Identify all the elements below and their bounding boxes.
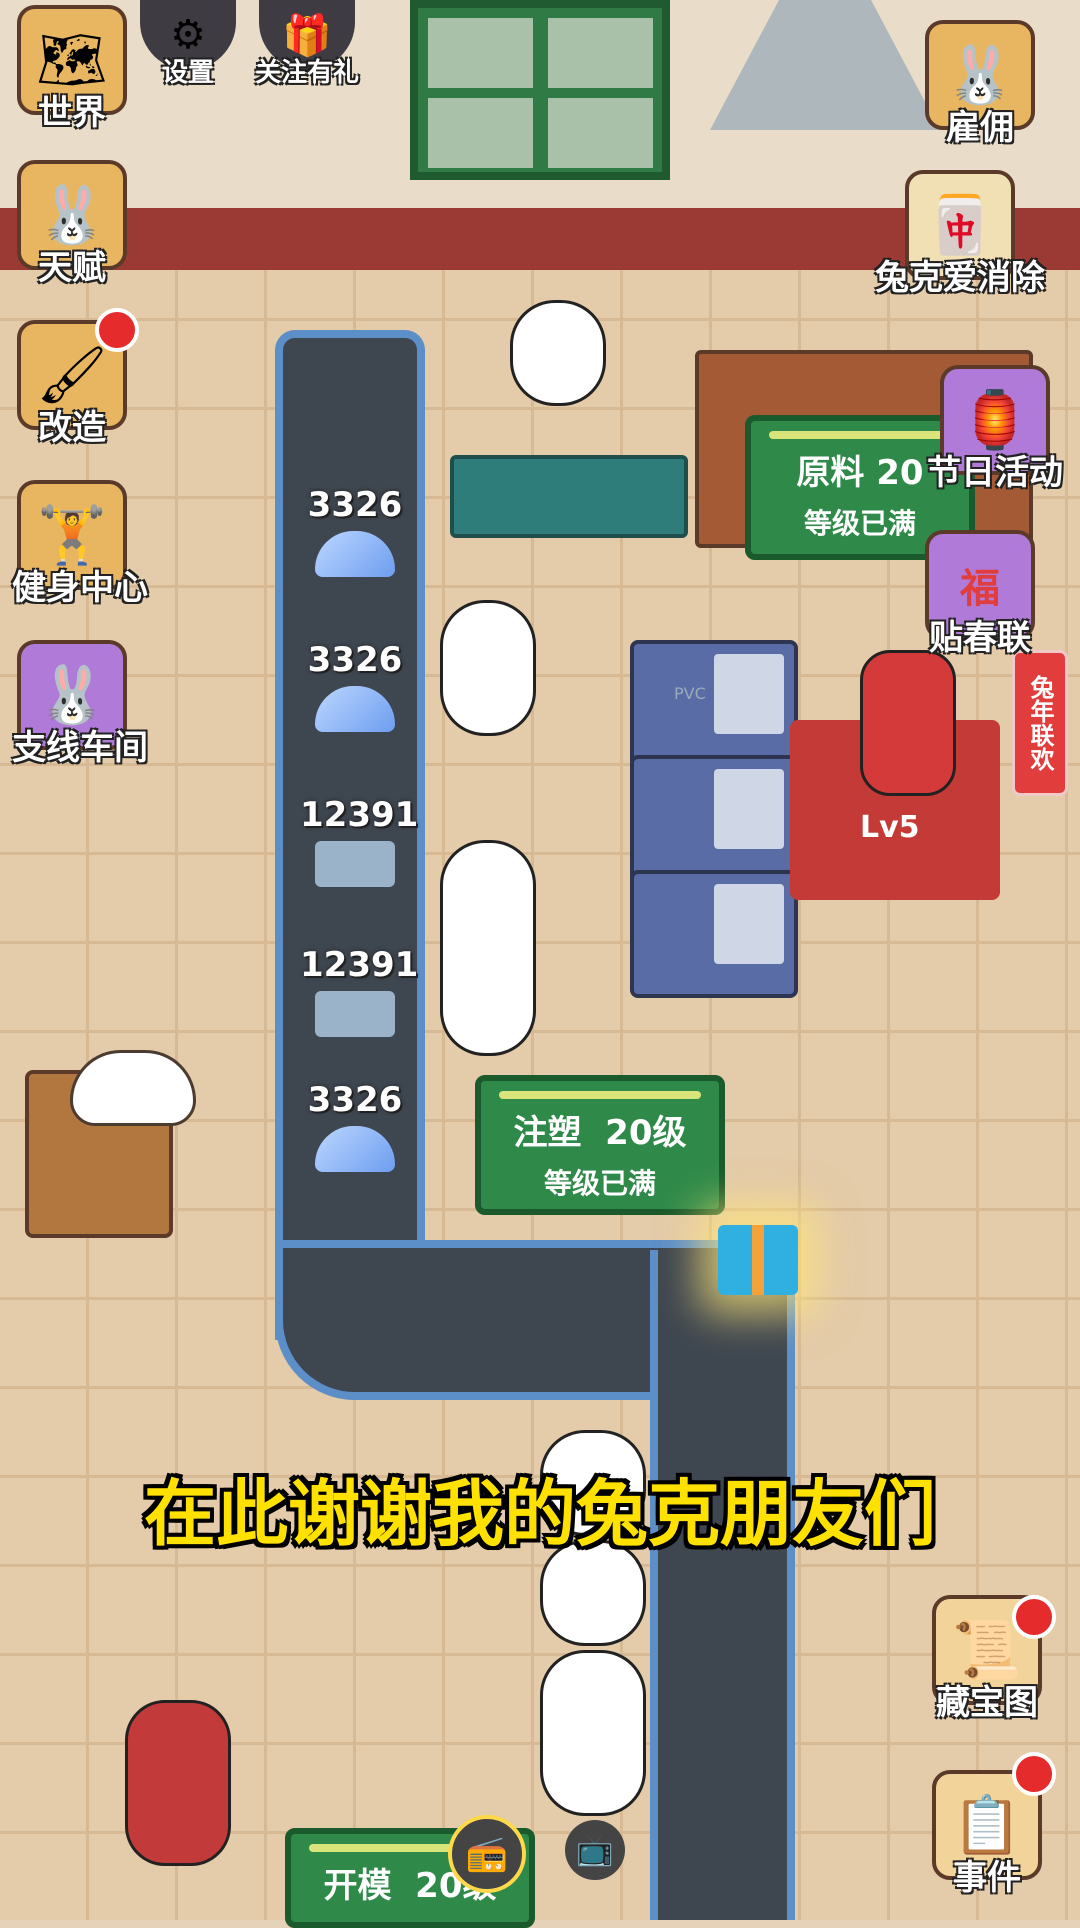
talent-button[interactable]: 🐰 天赋 bbox=[12, 160, 132, 289]
belt-item[interactable]: 3326 bbox=[300, 1080, 410, 1172]
ice-pile-icon bbox=[315, 686, 395, 732]
follow-gift-label: 关注有礼 bbox=[255, 58, 360, 88]
sign-level: 20级 bbox=[605, 1113, 687, 1153]
talent-label: 天赋 bbox=[38, 248, 106, 288]
pvc-machine[interactable] bbox=[630, 755, 798, 883]
belt-item-count: 12391 bbox=[300, 795, 419, 835]
rabbit-worker[interactable] bbox=[510, 300, 606, 406]
pvc-machine[interactable] bbox=[630, 870, 798, 998]
rabbit-manager[interactable] bbox=[860, 650, 956, 796]
settings-button[interactable]: ⚙ 设置 bbox=[140, 0, 236, 89]
belt-item[interactable]: 3326 bbox=[300, 485, 410, 577]
desk bbox=[450, 455, 688, 538]
rabbit-worker[interactable] bbox=[440, 600, 536, 736]
injection-sign[interactable]: 注塑 20级 等级已满 bbox=[475, 1075, 725, 1215]
couplet-banner[interactable]: 兔年联欢 bbox=[1012, 650, 1068, 796]
spring-couplet-button[interactable]: 福 贴春联 bbox=[920, 530, 1040, 659]
gym-label: 健身中心 bbox=[12, 568, 148, 608]
follow-gift-button[interactable]: 🎁 关注有礼 bbox=[255, 0, 359, 89]
world-button[interactable]: 🗺 世界 bbox=[12, 5, 132, 134]
branch-workshop-button[interactable]: 🐰 支线车间 bbox=[12, 640, 148, 769]
gift-box-icon[interactable] bbox=[718, 1225, 798, 1295]
rabbit-idle[interactable] bbox=[125, 1700, 231, 1866]
tv-icon[interactable]: 📺 bbox=[565, 1820, 625, 1880]
belt-item-count: 3326 bbox=[307, 485, 403, 525]
ice-pile-icon bbox=[315, 531, 395, 577]
radio-icon[interactable]: 📻 bbox=[448, 1815, 526, 1893]
conveyor-belt-output bbox=[650, 1250, 795, 1920]
rabbit-worker[interactable] bbox=[440, 840, 536, 1056]
tile-match-button[interactable]: 🀄 兔克爱消除 bbox=[845, 170, 1075, 299]
belt-item-count: 3326 bbox=[307, 1080, 403, 1120]
event-label: 事件 bbox=[953, 1858, 1021, 1898]
festival-label: 节日活动 bbox=[927, 453, 1063, 493]
sleeping-cat[interactable] bbox=[70, 1050, 196, 1126]
gym-button[interactable]: 🏋 健身中心 bbox=[12, 480, 148, 609]
ice-pile-icon bbox=[315, 1126, 395, 1172]
video-subtitle: 在此谢谢我的兔克朋友们 bbox=[143, 1472, 936, 1556]
pvc-machine[interactable]: PVC bbox=[630, 640, 798, 768]
belt-item-count: 12391 bbox=[300, 945, 419, 985]
fu-char: 福 bbox=[960, 566, 1000, 612]
machine-label: PVC bbox=[674, 684, 706, 703]
festival-button[interactable]: 🏮 节日活动 bbox=[920, 365, 1070, 494]
sign-name: 注塑 bbox=[513, 1113, 582, 1153]
belt-item[interactable]: 3326 bbox=[300, 640, 410, 732]
manager-level: Lv5 bbox=[860, 810, 920, 845]
treasure-map-label: 藏宝图 bbox=[936, 1683, 1038, 1723]
tile-match-label: 兔克爱消除 bbox=[875, 258, 1045, 298]
notification-dot bbox=[95, 308, 139, 352]
mold-part-icon bbox=[315, 991, 395, 1037]
rabbit-worker[interactable] bbox=[540, 1650, 646, 1816]
hire-button[interactable]: 🐰 雇佣 bbox=[920, 20, 1040, 149]
mold-part-icon bbox=[315, 841, 395, 887]
notification-dot bbox=[1012, 1595, 1056, 1639]
sign-name: 开模 bbox=[323, 1866, 392, 1906]
belt-item[interactable]: 12391 bbox=[300, 795, 419, 887]
hire-label: 雇佣 bbox=[946, 108, 1014, 148]
factory-window bbox=[410, 0, 670, 180]
sign-status: 等级已满 bbox=[543, 1167, 656, 1200]
settings-label: 设置 bbox=[161, 58, 214, 88]
belt-item-count: 3326 bbox=[307, 640, 403, 680]
renovate-label: 改造 bbox=[38, 408, 106, 448]
world-label: 世界 bbox=[38, 93, 106, 133]
spring-couplet-label: 贴春联 bbox=[929, 618, 1031, 658]
belt-item[interactable]: 12391 bbox=[300, 945, 419, 1037]
notification-dot bbox=[1012, 1752, 1056, 1796]
sign-level: 20 bbox=[876, 453, 924, 493]
sign-name: 原料 bbox=[796, 453, 865, 493]
branch-workshop-label: 支线车间 bbox=[12, 728, 148, 768]
